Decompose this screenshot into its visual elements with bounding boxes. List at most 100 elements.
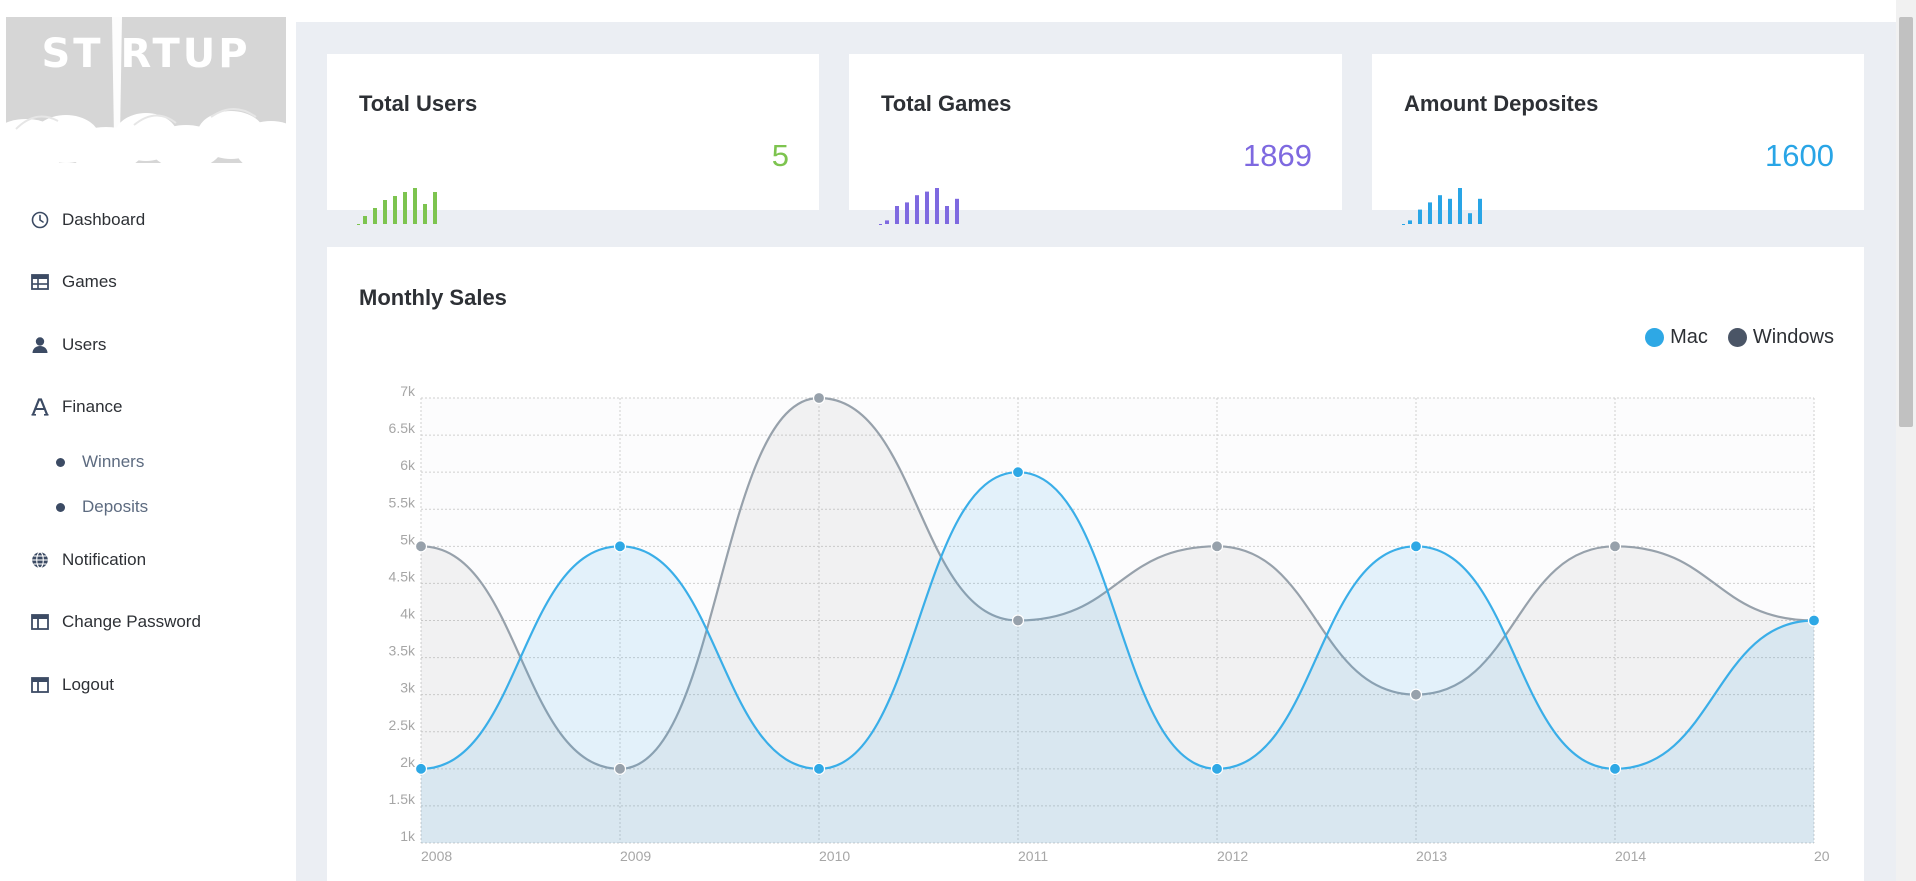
layout-icon — [30, 675, 50, 695]
stat-card-amount-deposites: Amount Deposites 1600 — [1372, 54, 1864, 225]
stat-title: Amount Deposites — [1404, 91, 1599, 116]
sparkline-bar — [915, 195, 919, 224]
data-point-mac[interactable] — [1608, 762, 1622, 775]
stat-value: 1600 — [1765, 138, 1834, 173]
page-scrollbar[interactable] — [1896, 0, 1916, 881]
sidebar-item-change-password[interactable]: Change Password — [30, 607, 201, 637]
chart-title: Monthly Sales — [359, 285, 507, 310]
sidebar-item-notification[interactable]: Notification — [30, 545, 146, 575]
sparkline-bar — [1418, 209, 1422, 224]
y-tick-label: 6k — [400, 457, 416, 473]
sidebar-item-label: Finance — [62, 397, 123, 416]
globe-icon — [30, 550, 50, 570]
y-tick-label: 2.5k — [389, 717, 416, 733]
sparkline-bar — [413, 188, 417, 224]
data-point-windows[interactable] — [414, 540, 428, 553]
data-point-windows[interactable] — [1011, 614, 1025, 627]
table-icon — [30, 272, 50, 292]
sparkline-bar — [885, 220, 889, 224]
sparkline-bar — [373, 208, 377, 224]
stat-value: 1869 — [1243, 138, 1312, 173]
data-point-windows[interactable] — [1409, 688, 1423, 701]
stat-title: Total Games — [881, 91, 1012, 116]
stat-value: 5 — [771, 138, 789, 173]
scrollbar-thumb[interactable] — [1899, 17, 1913, 427]
bullet-icon — [56, 502, 65, 512]
y-tick-label: 5.5k — [389, 494, 416, 510]
sidebar-item-users[interactable]: Users — [30, 330, 106, 360]
sidebar-subitem-winners[interactable]: Winners — [56, 449, 144, 475]
sparkline-bar — [1468, 213, 1472, 224]
y-tick-label: 6.5k — [389, 420, 416, 436]
legend-item-mac[interactable]: Mac — [1645, 326, 1708, 349]
sparkline-bar — [423, 204, 427, 224]
sidebar-item-finance[interactable]: Finance — [30, 392, 122, 422]
data-point-windows[interactable] — [1608, 540, 1622, 553]
data-point-mac[interactable] — [1807, 614, 1821, 627]
legend-swatch-mac — [1645, 328, 1665, 347]
x-tick-label: 2009 — [620, 848, 651, 864]
legend-label: Mac — [1670, 326, 1708, 348]
data-point-mac[interactable] — [414, 762, 428, 775]
legend-item-windows[interactable]: Windows — [1727, 326, 1834, 349]
logo-text: ST RTUP — [41, 31, 251, 77]
sparkline-bar — [935, 188, 939, 224]
stat-title: Total Users — [359, 91, 478, 116]
clock-icon — [30, 210, 50, 230]
sidebar-item-label: Dashboard — [62, 210, 146, 229]
sidebar-item-label: Users — [62, 335, 107, 354]
chart-legend: Mac Windows — [1625, 326, 1834, 349]
data-point-mac[interactable] — [1409, 540, 1423, 553]
layout-icon — [30, 612, 50, 632]
stat-card-total-games: Total Games 1869 — [849, 54, 1342, 225]
sparkline-bar — [1428, 202, 1432, 224]
sidebar-item-games[interactable]: Games — [30, 267, 117, 297]
y-tick-label: 1.5k — [389, 791, 416, 807]
legend-label: Windows — [1752, 326, 1834, 348]
data-point-windows[interactable] — [1210, 540, 1224, 553]
sparkline-bar — [895, 206, 899, 224]
sparkline-bar — [905, 202, 909, 224]
data-point-windows[interactable] — [613, 762, 627, 775]
sidebar: ST RTUP Dashboard Games Users Finance Wi… — [0, 0, 296, 881]
sparkline-bar — [403, 192, 407, 224]
y-tick-label: 3.5k — [389, 643, 416, 659]
y-tick-label: 5k — [400, 531, 416, 547]
x-tick-label: 2013 — [1416, 848, 1447, 864]
data-point-mac[interactable] — [1210, 762, 1224, 775]
sparkline-chart — [1402, 188, 1482, 225]
sparkline-bar — [433, 192, 437, 224]
top-header — [296, 0, 1896, 22]
data-point-mac[interactable] — [1011, 466, 1025, 479]
data-point-mac[interactable] — [613, 540, 627, 553]
sparkline-bar — [383, 200, 387, 224]
sparkline-bar — [955, 198, 959, 224]
stat-card-total-users: Total Users 5 — [327, 54, 819, 225]
sparkline-chart — [879, 188, 959, 225]
y-tick-label: 3k — [400, 680, 416, 696]
sparkline-chart — [357, 188, 437, 225]
y-tick-label: 7k — [400, 383, 416, 399]
x-tick-label: 2012 — [1217, 848, 1248, 864]
sidebar-item-label: Change Password — [62, 612, 201, 631]
x-tick-label: 2010 — [819, 848, 850, 864]
sidebar-item-logout[interactable]: Logout — [30, 670, 114, 700]
data-point-mac[interactable] — [812, 762, 826, 775]
sidebar-item-dashboard[interactable]: Dashboard — [30, 205, 145, 235]
x-tick-label: 2014 — [1615, 848, 1646, 864]
monthly-sales-card: 1k 1.5k 2k 2.5k 3k 3.5k 4k 4.5k 5k 5.5k 6k 6.5k 7k 20… — [327, 247, 1864, 881]
sparkline-bar — [1408, 220, 1412, 224]
data-point-windows[interactable] — [812, 391, 826, 405]
sparkline-bar — [945, 206, 949, 224]
sparkline-bar — [1458, 188, 1462, 224]
sidebar-subitem-label: Winners — [82, 452, 145, 471]
startup-logo[interactable]: ST RTUP — [6, 17, 286, 163]
sparkline-bar — [393, 196, 397, 224]
y-tick-label: 1k — [400, 828, 416, 844]
bullet-icon — [56, 457, 65, 467]
sidebar-subitem-label: Deposits — [82, 497, 149, 516]
sidebar-subitem-deposits[interactable]: Deposits — [56, 494, 148, 520]
y-tick-label: 4.5k — [389, 568, 416, 584]
user-icon — [30, 335, 50, 355]
sparkline-bar — [925, 191, 929, 224]
